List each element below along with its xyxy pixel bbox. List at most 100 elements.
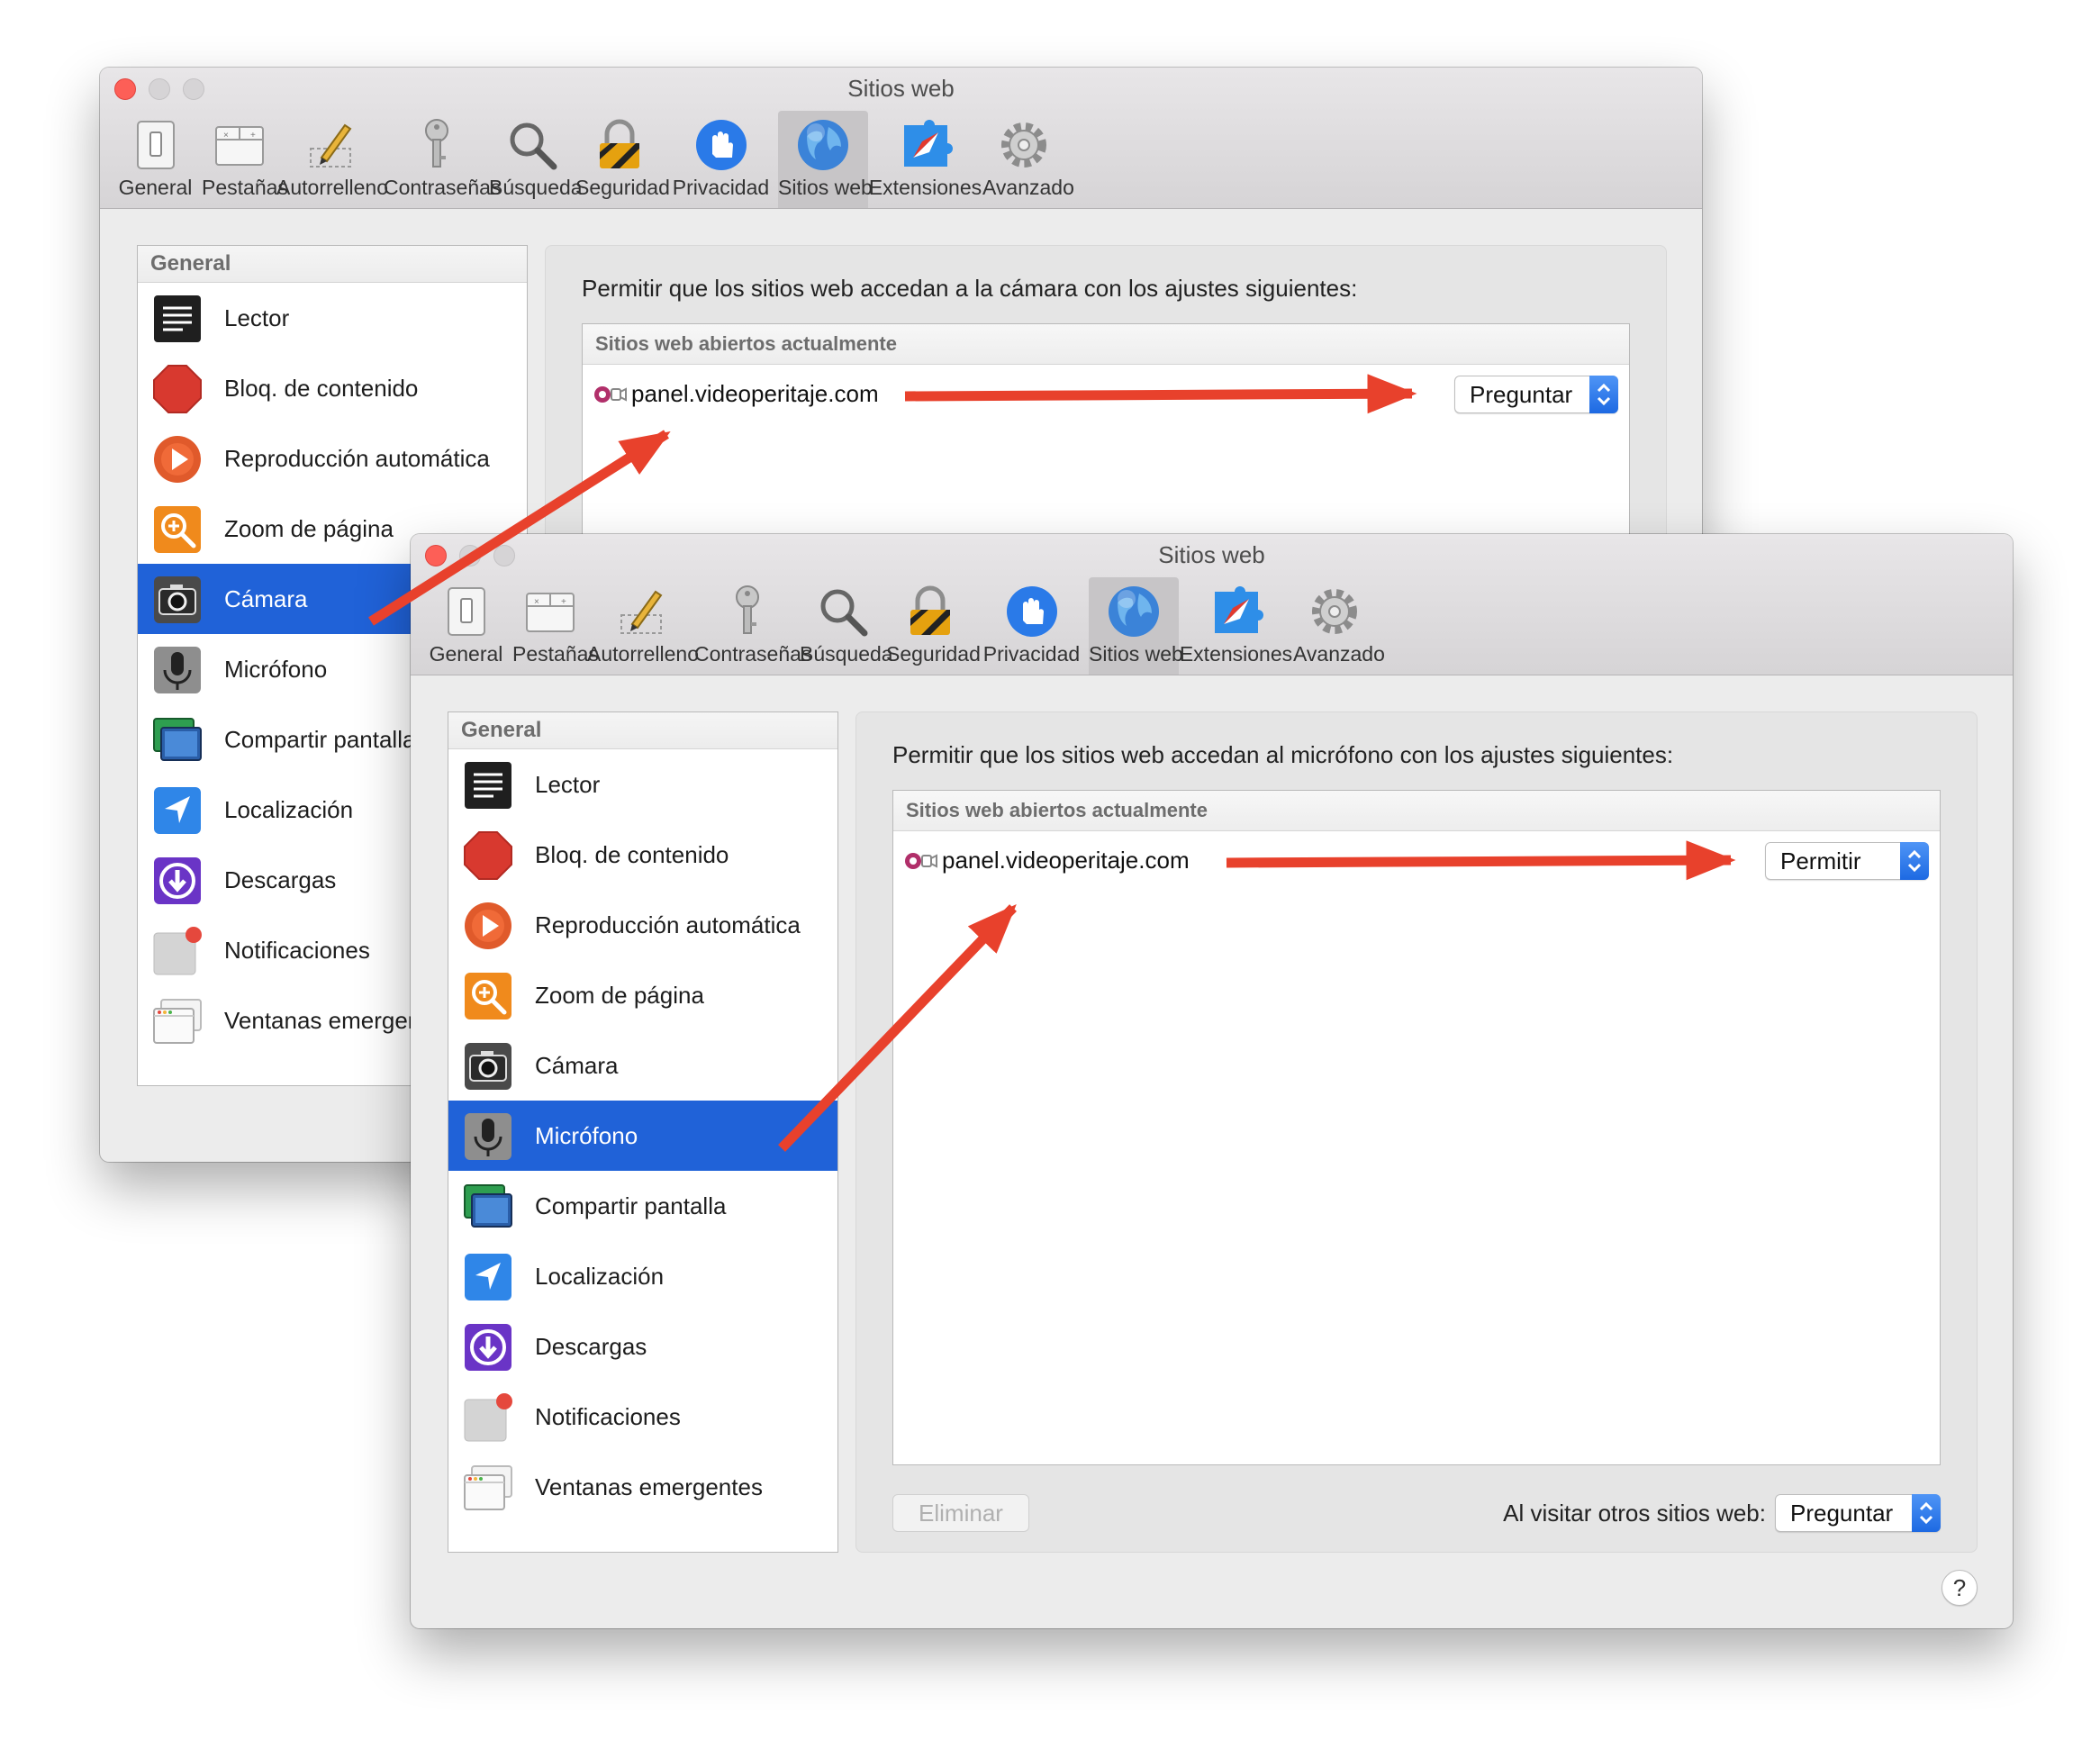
- sidebar-item-label: Cámara: [224, 585, 308, 612]
- site-permission-select[interactable]: Permitir: [1765, 842, 1929, 880]
- svg-text:×: ×: [534, 597, 539, 607]
- notification-icon: [463, 1392, 513, 1443]
- play-icon: [152, 434, 203, 485]
- toolbar-tab-2[interactable]: Autorrelleno: [587, 577, 699, 675]
- remove-button[interactable]: Eliminar: [892, 1494, 1029, 1532]
- toolbar-tab-1[interactable]: × + Pestañas: [512, 577, 599, 675]
- sidebar: General Lector Bloq. de contenido Reproduc…: [448, 711, 838, 1553]
- sidebar-item-label: Descargas: [224, 866, 337, 893]
- media-recording-icon: [593, 383, 628, 406]
- toolbar-tab-label: Autorrelleno: [276, 176, 389, 199]
- tabs-icon: × +: [521, 583, 579, 640]
- sidebar-item[interactable]: Reproducción automática: [138, 423, 527, 494]
- sidebar-item-label: Ventanas emergentes: [535, 1473, 763, 1500]
- svg-text:×: ×: [223, 131, 229, 140]
- window-title: Sitios web: [847, 75, 955, 102]
- sidebar-item-label: Micrófono: [535, 1122, 638, 1149]
- svg-text:+: +: [250, 131, 256, 140]
- toolbar-tab-6[interactable]: Privacidad: [664, 111, 778, 208]
- sidebar-item-label: Notificaciones: [535, 1403, 681, 1430]
- sidebar-item-label: Zoom de página: [535, 982, 704, 1009]
- gear-icon: [1306, 583, 1363, 640]
- table-row[interactable]: panel.videoperitaje.com Preguntar: [583, 365, 1629, 424]
- toolbar-tab-0[interactable]: General: [420, 577, 512, 675]
- puzzle-compass-icon: [897, 116, 955, 174]
- globe-icon: [794, 116, 852, 174]
- media-recording-icon: [904, 849, 938, 873]
- download-icon: [152, 856, 203, 906]
- sidebar-item[interactable]: Ventanas emergentes: [448, 1452, 837, 1522]
- toolbar-tab-label: Búsqueda: [800, 642, 893, 666]
- toolbar-tab-9[interactable]: Avanzado: [1293, 577, 1385, 675]
- sidebar-item[interactable]: Bloq. de contenido: [138, 353, 527, 423]
- other-sites-label: Al visitar otros sitios web:: [1503, 1500, 1766, 1527]
- general-switch-icon: [127, 116, 185, 174]
- toolbar-tab-7[interactable]: Sitios web: [778, 111, 873, 208]
- notification-icon: [152, 926, 203, 976]
- screen-share-icon: [152, 715, 203, 766]
- site-permission-select[interactable]: Preguntar: [1454, 376, 1618, 413]
- select-value: Permitir: [1780, 847, 1861, 874]
- table-row[interactable]: panel.videoperitaje.com Permitir: [893, 831, 1940, 891]
- sidebar-item[interactable]: Lector: [448, 749, 837, 820]
- toolbar-tab-label: Privacidad: [672, 176, 770, 199]
- other-sites-select[interactable]: Preguntar: [1775, 1494, 1941, 1532]
- key-icon: [408, 116, 466, 174]
- toolbar-tab-4[interactable]: Búsqueda: [489, 111, 583, 208]
- sidebar-item[interactable]: Localización: [448, 1241, 837, 1311]
- general-switch-icon: [438, 583, 495, 640]
- toolbar-tab-2[interactable]: Autorrelleno: [276, 111, 389, 208]
- toolbar-tab-label: Pestañas: [202, 176, 288, 199]
- toolbar-tab-label: Avanzado: [1293, 642, 1385, 666]
- microphone-icon: [463, 1111, 513, 1162]
- window-title: Sitios web: [1158, 541, 1265, 568]
- toolbar-tab-8[interactable]: Extensiones: [1179, 577, 1293, 675]
- toolbar-tab-3[interactable]: Contraseñas: [384, 111, 502, 208]
- popup-window-icon: [463, 1463, 513, 1513]
- toolbar-tab-4[interactable]: Búsqueda: [800, 577, 893, 675]
- pencil-icon: [612, 583, 670, 640]
- sidebar-item-label: Descargas: [535, 1333, 647, 1360]
- toolbar-tab-6[interactable]: Privacidad: [974, 577, 1089, 675]
- toolbar-tab-5[interactable]: Seguridad: [575, 111, 670, 208]
- toolbar-tab-label: Seguridad: [886, 642, 981, 666]
- zoom-icon: [463, 971, 513, 1021]
- toolbar-tab-7[interactable]: Sitios web: [1089, 577, 1183, 675]
- toolbar-tab-0[interactable]: General: [109, 111, 202, 208]
- toolbar-tab-8[interactable]: Extensiones: [868, 111, 982, 208]
- toolbar-tab-5[interactable]: Seguridad: [886, 577, 981, 675]
- toolbar-tab-label: Avanzado: [982, 176, 1074, 199]
- sidebar-item[interactable]: Descargas: [448, 1311, 837, 1382]
- sidebar-item[interactable]: Compartir pantalla: [448, 1171, 837, 1241]
- puzzle-compass-icon: [1208, 583, 1265, 640]
- sidebar-item[interactable]: Zoom de página: [448, 960, 837, 1030]
- sidebar-item[interactable]: Bloq. de contenido: [448, 820, 837, 890]
- sidebar-item[interactable]: Micrófono: [448, 1101, 837, 1171]
- sidebar-item[interactable]: Cámara: [448, 1030, 837, 1101]
- sidebar-item-label: Compartir pantalla: [224, 726, 416, 753]
- toolbar-tab-label: Sitios web: [1089, 642, 1183, 666]
- websites-table: Sitios web abiertos actualmente panel.vi…: [892, 790, 1941, 1465]
- toolbar-tab-label: General: [429, 642, 503, 666]
- titlebar: Sitios web General × + Pestañas Autorrelleno…: [100, 68, 1702, 209]
- toolbar-tab-1[interactable]: × + Pestañas: [202, 111, 288, 208]
- chevron-updown-icon: [1912, 1494, 1941, 1532]
- pencil-icon: [302, 116, 359, 174]
- toolbar-tab-label: Privacidad: [982, 642, 1081, 666]
- front-preferences-window: Sitios web General × + Pestañas Autorrelleno…: [411, 534, 2013, 1628]
- sidebar-item[interactable]: Lector: [138, 283, 527, 353]
- screen-share-icon: [463, 1182, 513, 1232]
- sidebar-item[interactable]: Reproducción automática: [448, 890, 837, 960]
- hand-icon: [1003, 583, 1061, 640]
- sidebar-item-label: Localización: [224, 796, 354, 823]
- toolbar-tab-3[interactable]: Contraseñas: [694, 577, 811, 675]
- toolbar-tab-label: Contraseñas: [384, 176, 502, 199]
- sidebar-item[interactable]: Notificaciones: [448, 1382, 837, 1452]
- sidebar-item-label: Notificaciones: [224, 937, 370, 964]
- reader-icon: [152, 294, 203, 344]
- toolbar-tab-9[interactable]: Avanzado: [982, 111, 1074, 208]
- help-button[interactable]: ?: [1942, 1570, 1978, 1606]
- sidebar-item-label: Compartir pantalla: [535, 1192, 727, 1219]
- lock-icon: [591, 116, 648, 174]
- sidebar-header: General: [138, 246, 527, 283]
